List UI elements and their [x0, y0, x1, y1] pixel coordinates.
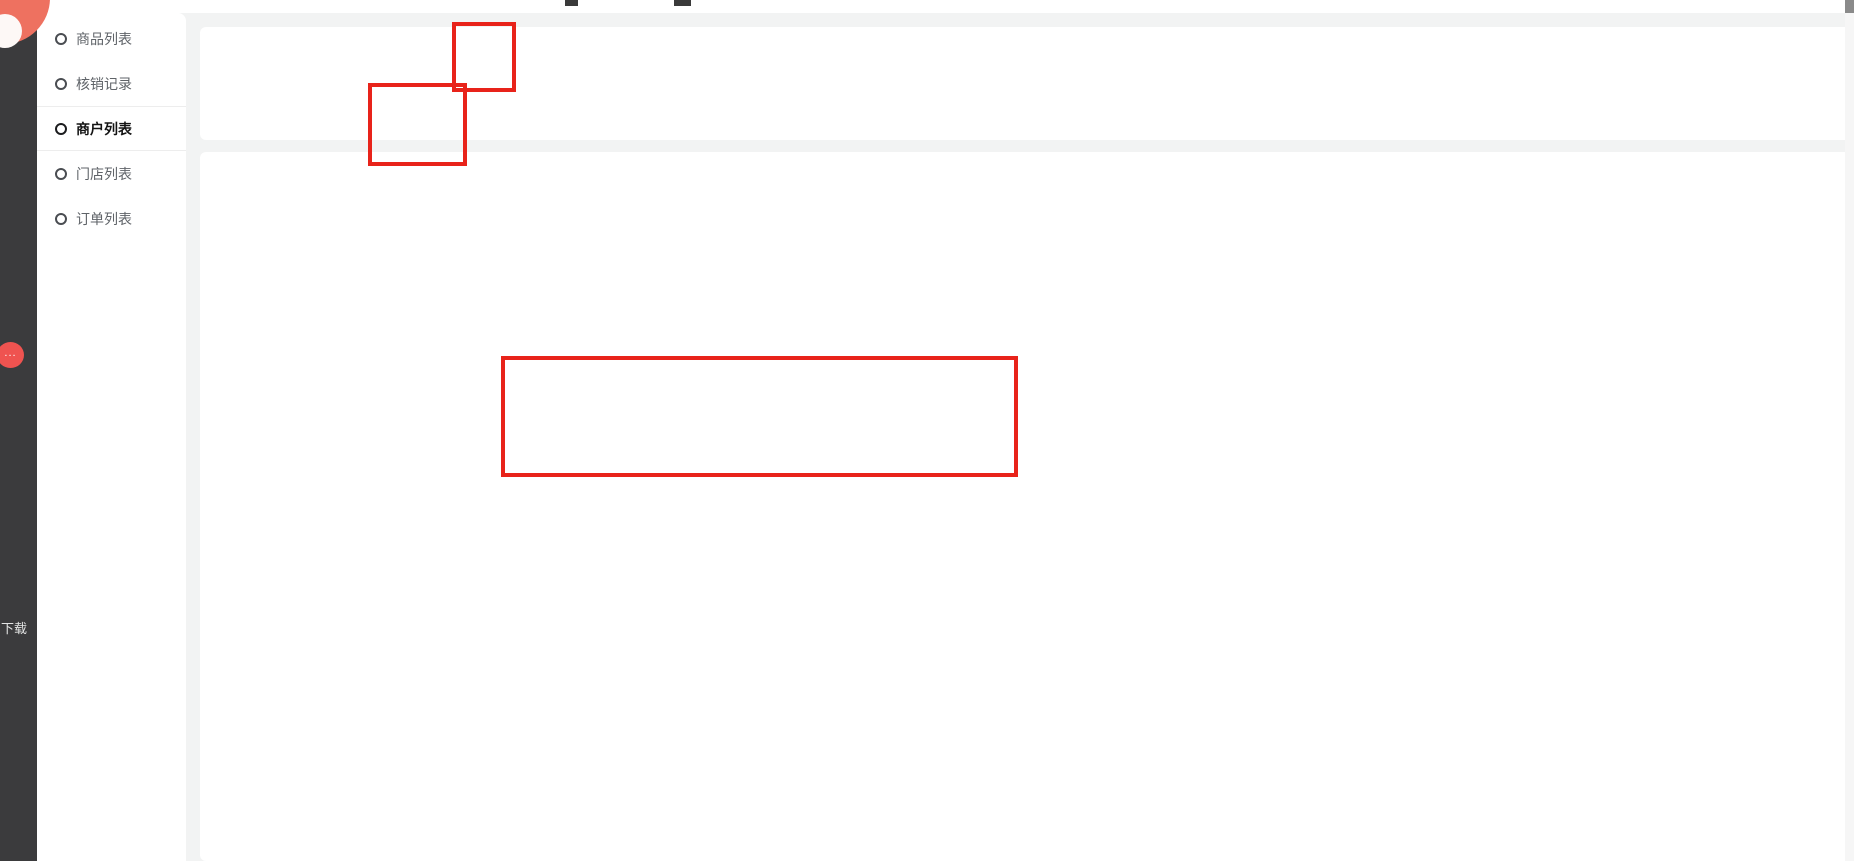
sidebar-item-store-list[interactable]: 门店列表 [37, 151, 186, 196]
cutoff-text-fragment [565, 0, 578, 6]
sidebar-item-verify-records[interactable]: 核销记录 [37, 61, 186, 106]
left-rail [0, 0, 37, 861]
circle-bullet-icon [55, 78, 67, 90]
top-strip [37, 0, 1854, 13]
tabs-card [200, 27, 1854, 140]
sidebar: 商品列表 核销记录 商户列表 门店列表 订单列表 [37, 13, 186, 861]
cutoff-text-fragment [674, 0, 691, 6]
sidebar-item-order-list[interactable]: 订单列表 [37, 196, 186, 241]
sidebar-item-label: 门店列表 [76, 164, 132, 184]
circle-bullet-icon [55, 213, 67, 225]
app-root: ... 下载 商品列表 核销记录 商户列表 门店列表 订单列表 商户设置 轮播图… [0, 0, 1854, 861]
content-card [200, 152, 1854, 861]
sidebar-item-label: 商品列表 [76, 29, 132, 49]
sidebar-item-goods-list[interactable]: 商品列表 [37, 16, 186, 61]
circle-bullet-icon [55, 168, 67, 180]
scrollbar-track [1845, 0, 1854, 861]
circle-bullet-icon [55, 123, 67, 135]
circle-bullet-icon [55, 33, 67, 45]
sidebar-item-label: 订单列表 [76, 209, 132, 229]
sidebar-item-label: 商户列表 [76, 119, 132, 139]
download-link[interactable]: 下载 [1, 618, 27, 637]
scrollbar-thumb[interactable] [1845, 0, 1854, 13]
sidebar-item-label: 核销记录 [76, 74, 132, 94]
sidebar-item-merchant-list[interactable]: 商户列表 [37, 106, 186, 151]
